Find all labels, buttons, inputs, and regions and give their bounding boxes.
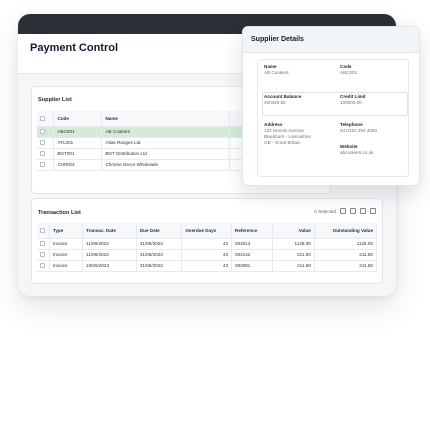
supplier-code: ABC001 <box>53 126 103 138</box>
supplier-code: BGT001 <box>53 148 103 160</box>
row-checkbox-cell[interactable] <box>37 159 55 171</box>
overdue-days: 43 <box>181 260 233 272</box>
value: 1128.00 <box>272 238 315 250</box>
website-link[interactable]: abcookers.co.uk <box>340 150 373 156</box>
delete-icon[interactable] <box>370 208 376 214</box>
due-date: 31/06/2023 <box>136 260 183 272</box>
email-icon[interactable] <box>360 208 366 214</box>
account-balance-value: 490420.92 <box>264 100 286 105</box>
transaction-date: 11/06/2023 <box>82 249 137 261</box>
reference: 003014 <box>231 238 274 250</box>
transaction-row[interactable]: Invoice 11/06/2023 31/06/2023 43 003014 … <box>37 238 378 250</box>
col-type[interactable]: Type <box>49 223 84 239</box>
select-all-checkbox[interactable] <box>40 115 45 121</box>
transaction-type: Invoice <box>49 249 84 261</box>
supplier-code: ATL001 <box>53 137 103 149</box>
website-field: Website abcookers.co.uk <box>340 144 373 156</box>
transaction-toolbar: 0 Selected <box>314 208 376 214</box>
transaction-list-panel: Transaction List 0 Selected Type Transac… <box>31 198 383 284</box>
supplier-list-title: Supplier List <box>38 97 72 103</box>
col-value[interactable]: Value <box>272 223 315 239</box>
col-code[interactable]: Code <box>53 111 103 127</box>
document-icon[interactable] <box>350 208 356 214</box>
credit-limit-value: 100000.00 <box>340 100 362 105</box>
supplier-code: CHR001 <box>53 159 103 171</box>
transaction-table-header: Type Transac. Date Due Date Overdue Days… <box>37 223 378 239</box>
row-checkbox-cell[interactable] <box>37 238 50 250</box>
row-checkbox[interactable] <box>40 140 45 146</box>
supplier-name: AB Cookers <box>101 126 230 138</box>
telephone-value[interactable]: 44 0191 294 3000 <box>340 128 377 134</box>
supplier-details-title: Supplier Details <box>251 36 304 43</box>
name-field: Name AB Cookers <box>264 64 289 76</box>
row-checkbox[interactable] <box>40 241 45 247</box>
row-checkbox-cell[interactable] <box>37 249 50 261</box>
name-value: AB Cookers <box>264 70 289 75</box>
col-due-date[interactable]: Due Date <box>136 223 183 239</box>
supplier-details-header: Supplier Details <box>243 27 419 53</box>
row-checkbox-cell[interactable] <box>37 260 50 272</box>
supplier-name: BGT Distribution Ltd <box>101 148 230 160</box>
col-overdue-days[interactable]: Overdue Days <box>181 223 233 239</box>
col-outstanding-value[interactable]: Outstanding Value <box>314 223 378 239</box>
row-checkbox[interactable] <box>40 263 45 269</box>
transaction-row[interactable]: Invoice 10/06/2023 31/06/2023 43 003081 … <box>37 260 378 272</box>
col-name[interactable]: Name <box>101 111 230 127</box>
address-line: GB - Great Britain <box>264 140 301 145</box>
telephone-field: Telephone 44 0191 294 3000 <box>340 122 377 134</box>
credit-limit-field: Credit Limit 100000.00 <box>340 94 366 106</box>
transaction-row[interactable]: Invoice 11/06/2023 31/06/2023 43 003142 … <box>37 249 378 261</box>
due-date: 31/06/2023 <box>136 238 183 250</box>
page-title: Payment Control <box>30 42 119 54</box>
supplier-name: Atlas Ranges Ltd <box>101 137 230 149</box>
supplier-details-card: Supplier Details Name AB Cookers Code AB… <box>242 26 420 186</box>
account-balance-field: Account Balance 490420.92 <box>264 94 301 106</box>
due-date: 31/06/2023 <box>136 249 183 261</box>
transaction-date: 11/06/2023 <box>82 238 137 250</box>
col-transaction-date[interactable]: Transac. Date <box>82 223 137 239</box>
select-all-checkbox-cell[interactable] <box>37 111 55 127</box>
col-reference[interactable]: Reference <box>231 223 274 239</box>
value: 211.50 <box>272 249 315 261</box>
reference: 003142 <box>231 249 274 261</box>
transaction-list-title: Transaction List <box>38 210 81 216</box>
value: 211.50 <box>272 260 315 272</box>
supplier-details-body: Name AB Cookers Code ABC001 Account Bala… <box>257 59 409 177</box>
row-checkbox-cell[interactable] <box>37 126 55 138</box>
code-field: Code ABC001 <box>340 64 357 76</box>
select-all-checkbox-cell[interactable] <box>37 223 50 239</box>
transaction-date: 10/06/2023 <box>82 260 137 272</box>
row-checkbox[interactable] <box>40 151 45 157</box>
code-value: ABC001 <box>340 70 358 75</box>
outstanding-value: 211.50 <box>314 249 378 261</box>
overdue-days: 43 <box>181 249 233 261</box>
overdue-days: 43 <box>181 238 233 250</box>
select-all-checkbox[interactable] <box>40 227 45 233</box>
row-checkbox[interactable] <box>40 162 45 168</box>
row-checkbox-cell[interactable] <box>37 137 55 149</box>
transaction-type: Invoice <box>49 238 84 250</box>
outstanding-value: 211.50 <box>314 260 378 272</box>
transaction-table: Type Transac. Date Due Date Overdue Days… <box>37 223 378 272</box>
selected-count: 0 Selected <box>314 208 336 214</box>
supplier-name: Chrome Decor Wholesale <box>101 159 230 171</box>
transaction-type: Invoice <box>49 260 84 272</box>
outstanding-value: 1128.00 <box>314 238 378 250</box>
row-checkbox-cell[interactable] <box>37 148 55 160</box>
print-icon[interactable] <box>340 208 346 214</box>
row-checkbox[interactable] <box>40 129 45 135</box>
row-checkbox[interactable] <box>40 252 45 258</box>
reference: 003081 <box>231 260 274 272</box>
address-field: Address 132 Dennis Avenue Blackburn - La… <box>264 122 311 146</box>
